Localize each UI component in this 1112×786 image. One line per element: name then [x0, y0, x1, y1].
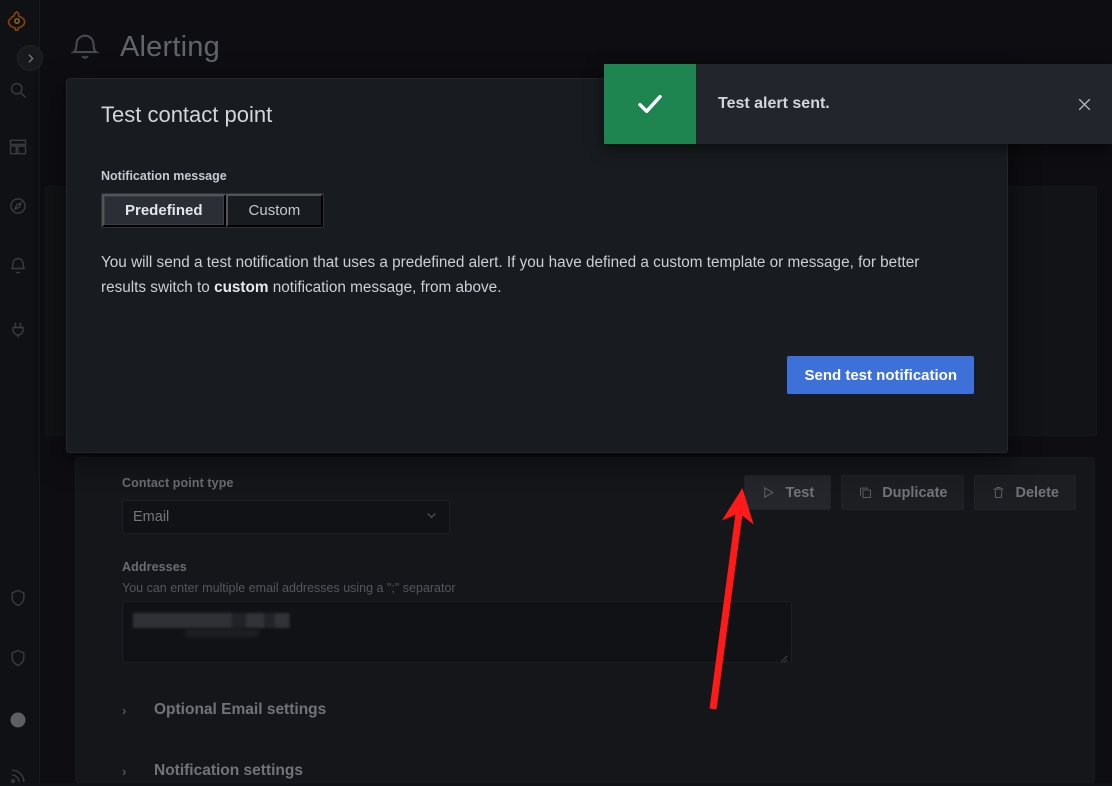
close-icon[interactable]	[1056, 64, 1112, 144]
dialog-description: You will send a test notification that u…	[101, 251, 921, 301]
toast-message: Test alert sent.	[696, 64, 1056, 144]
toast-notification: Test alert sent.	[604, 64, 1112, 144]
segment-custom[interactable]: Custom	[226, 194, 324, 227]
grafana-app: Alerting grafana-default-email Contact p…	[0, 0, 1112, 783]
send-test-notification-button[interactable]: Send test notification	[787, 356, 974, 394]
check-icon	[604, 64, 696, 144]
notification-message-segmented-control: Predefined Custom	[101, 193, 324, 228]
dialog-title: Test contact point	[101, 102, 272, 128]
segment-predefined[interactable]: Predefined	[102, 194, 226, 227]
notification-message-label: Notification message	[101, 169, 227, 183]
dialog-description-part2: notification message, from above.	[268, 279, 501, 296]
dialog-description-emphasis: custom	[214, 279, 268, 296]
